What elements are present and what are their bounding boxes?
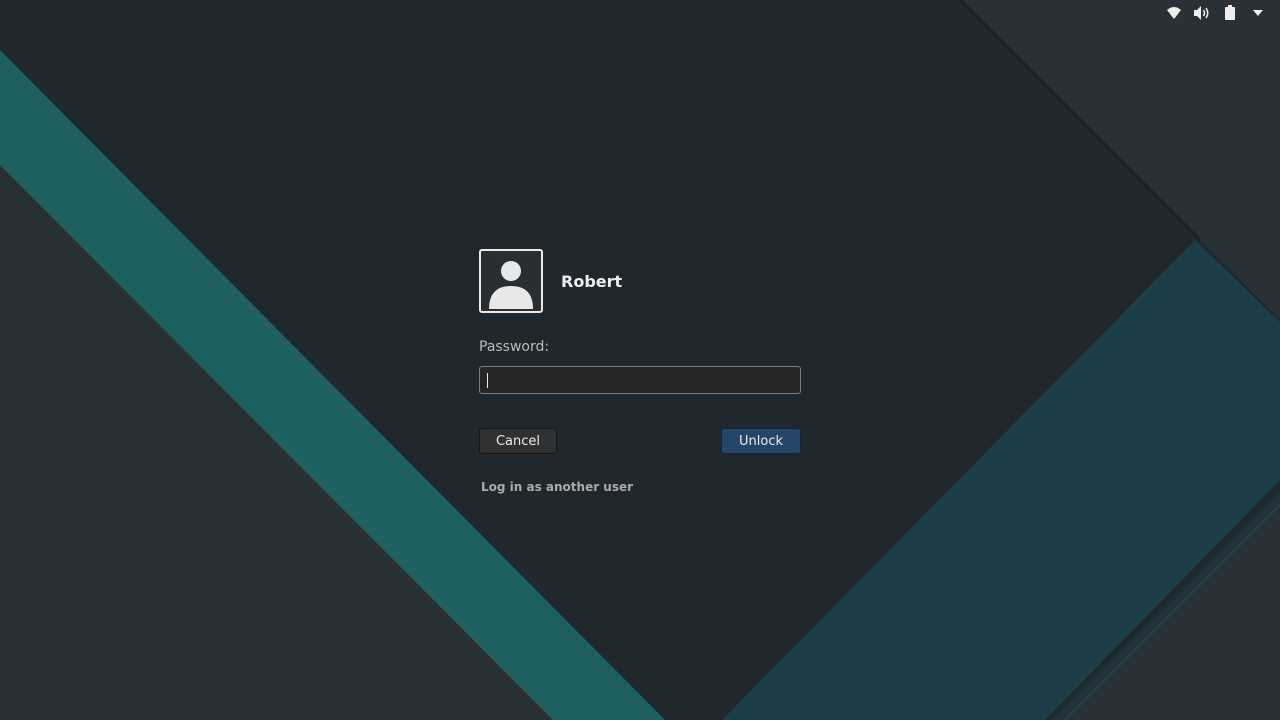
volume-icon[interactable] <box>1192 3 1212 23</box>
battery-icon[interactable] <box>1220 3 1240 23</box>
user-row: Robert <box>479 249 801 313</box>
user-name: Robert <box>561 271 623 291</box>
password-label: Password: <box>479 339 550 355</box>
menu-arrow-icon[interactable] <box>1248 3 1268 23</box>
user-silhouette-icon <box>489 261 533 309</box>
lock-screen: Robert Password: Cancel Unlock Log in as… <box>0 0 1280 720</box>
unlock-dialog: Robert Password: Cancel Unlock Log in as… <box>479 249 801 494</box>
top-panel <box>1164 0 1280 26</box>
unlock-button[interactable]: Unlock <box>721 428 801 454</box>
avatar <box>479 249 543 313</box>
button-row: Cancel Unlock <box>479 428 801 454</box>
cancel-button[interactable]: Cancel <box>479 428 557 454</box>
text-cursor <box>487 373 488 388</box>
password-input[interactable] <box>479 366 801 394</box>
wifi-icon[interactable] <box>1164 3 1184 23</box>
switch-user-link[interactable]: Log in as another user <box>481 480 801 494</box>
